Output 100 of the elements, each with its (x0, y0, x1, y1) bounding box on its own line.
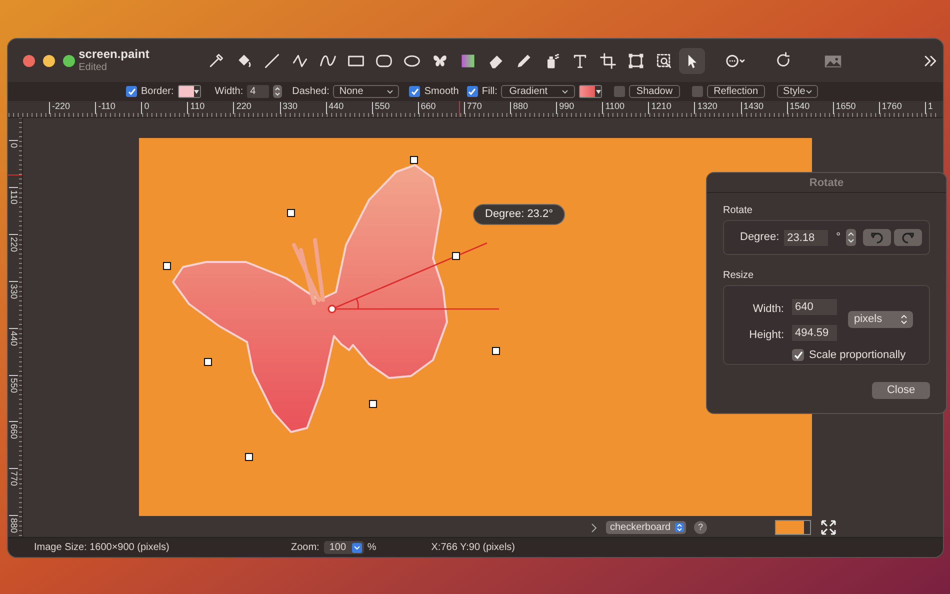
ruler-label: 770 (464, 102, 482, 114)
reflection-button[interactable]: Reflection (706, 85, 766, 98)
ruler-label: 880 (510, 102, 528, 114)
ruler-label: -110 (95, 102, 116, 114)
resize-handle[interactable] (410, 156, 418, 164)
ruler-label: 220 (9, 234, 18, 252)
resize-handle[interactable] (287, 209, 295, 217)
ruler-label: 550 (372, 102, 390, 114)
checkbox[interactable] (409, 86, 420, 97)
degree-unit: ° (836, 230, 841, 246)
ruler-label: 330 (280, 102, 298, 114)
fill-dropdown[interactable]: Gradient (501, 85, 576, 98)
ruler-label: 1320 (694, 102, 718, 114)
degree-tooltip: Degree: 23.2° (473, 204, 565, 225)
degree-field[interactable]: 23.18 (784, 230, 828, 246)
close-button[interactable]: Close (872, 382, 930, 399)
close-window-button[interactable] (23, 54, 35, 66)
minimize-window-button[interactable] (43, 54, 55, 66)
dashed-dropdown[interactable]: None (333, 85, 400, 98)
width-label: Width: (214, 85, 244, 99)
width-label: Width: (752, 302, 784, 317)
resize-handle[interactable] (163, 262, 171, 270)
zoom-stepper-icon[interactable] (352, 542, 362, 552)
ruler-label: 1650 (832, 102, 856, 114)
color-well[interactable] (775, 520, 811, 535)
stepper-icon[interactable] (273, 85, 282, 98)
checkbox[interactable] (692, 86, 703, 97)
ruler-label: 1100 (602, 102, 625, 114)
unit-dropdown[interactable]: pixels (848, 311, 913, 328)
ruler-label: 1210 (648, 102, 672, 114)
window-title: screen.paint (78, 46, 150, 62)
width-field[interactable]: 640 (792, 299, 837, 315)
dashed-label: Dashed: (292, 85, 330, 99)
color-well[interactable] (178, 85, 201, 98)
zoom-unit: % (367, 541, 376, 555)
degree-label: Degree: (740, 230, 780, 246)
ruler-label: 440 (9, 328, 18, 346)
expand-icon[interactable] (821, 520, 836, 535)
section-label: Resize (723, 269, 755, 283)
caret-icon[interactable] (194, 90, 200, 94)
shadow-button[interactable]: Shadow (629, 85, 680, 98)
ruler-label: 990 (556, 102, 574, 114)
color-well[interactable] (579, 85, 602, 98)
fill-label: Fill: (482, 85, 498, 99)
resize-handle[interactable] (452, 252, 460, 260)
resize-handle[interactable] (369, 400, 377, 408)
resize-handle[interactable] (492, 347, 500, 355)
cursor-marker (459, 101, 460, 117)
image-size-label: Image Size: 1600×900 (pixels) (34, 541, 170, 555)
ruler-label: 1760 (878, 102, 902, 114)
ruler-label: 440 (326, 102, 344, 114)
caret-icon[interactable] (562, 90, 568, 94)
rotate-left-button[interactable] (862, 229, 891, 246)
section-label: Rotate (723, 204, 754, 218)
background-dropdown[interactable]: checkerboard (606, 521, 686, 534)
ruler-label: 0 (141, 102, 150, 114)
zoom-window-button[interactable] (63, 54, 75, 66)
ruler-label: 1540 (786, 102, 810, 114)
ruler-label: 330 (9, 280, 18, 299)
ruler-label: 880 (9, 515, 18, 534)
border-label: Border: (141, 85, 174, 99)
ruler-label: 1430 (740, 102, 764, 114)
caret-icon[interactable] (806, 90, 812, 94)
stepper-icon[interactable] (675, 523, 684, 532)
ruler-label: 220 (233, 102, 252, 114)
help-button[interactable]: ? (694, 521, 707, 534)
checkbox[interactable] (614, 86, 626, 97)
stepper-icon[interactable] (901, 315, 907, 324)
width-field[interactable]: 4 (247, 85, 270, 98)
checkbox[interactable] (466, 86, 478, 97)
caret-icon[interactable] (596, 90, 601, 94)
ruler-label: 110 (9, 186, 18, 204)
checkbox[interactable] (126, 86, 137, 97)
chevron-icon[interactable] (591, 522, 598, 532)
ruler-label: 660 (418, 102, 436, 114)
resize-handle[interactable] (204, 358, 212, 366)
ruler-label: 660 (9, 421, 18, 440)
ruler-label: 770 (9, 468, 18, 486)
rotate-right-button[interactable] (894, 229, 922, 246)
pointer-icon[interactable] (679, 48, 705, 74)
style-dropdown[interactable]: Style (777, 85, 818, 98)
height-label: Height: (749, 328, 784, 343)
stepper-icon[interactable] (846, 229, 856, 246)
ruler-label: 110 (187, 102, 205, 114)
rotation-center-handle[interactable] (328, 304, 336, 314)
checkbox[interactable] (792, 349, 804, 362)
zoom-label: Zoom: (291, 541, 320, 555)
cursor-position: X:766 Y:90 (pixels) (431, 541, 516, 555)
ruler-label: 550 (9, 374, 18, 393)
ruler-label: 0 (9, 140, 18, 148)
scale-label: Scale proportionally (809, 348, 906, 363)
rotate-right-icon (900, 232, 915, 244)
smooth-label: Smooth (424, 85, 459, 99)
ruler-label: 1 (924, 102, 933, 114)
height-field[interactable]: 494.59 (792, 325, 837, 341)
ruler-label: -220 (49, 102, 70, 114)
caret-icon[interactable] (387, 90, 394, 94)
document-status: Edited (78, 62, 108, 74)
panel-title: Rotate (707, 173, 946, 193)
resize-handle[interactable] (245, 453, 253, 461)
